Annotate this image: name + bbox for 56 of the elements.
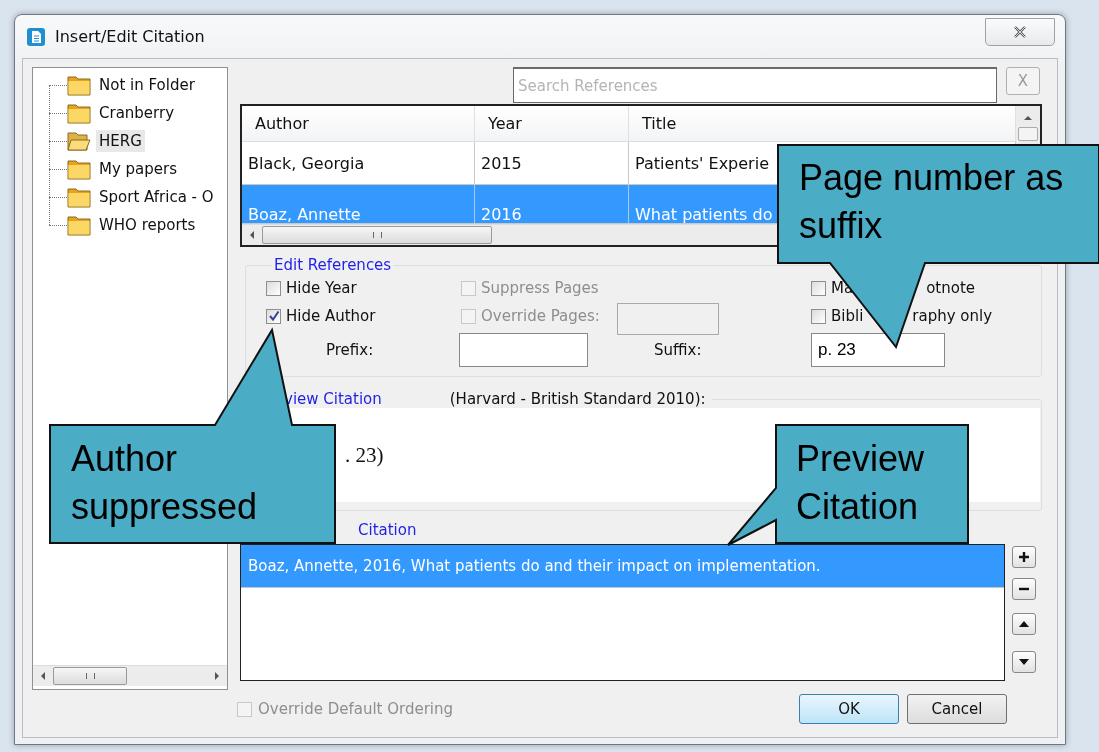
add-button[interactable] bbox=[1012, 546, 1036, 568]
minus-icon bbox=[1019, 587, 1029, 591]
document-icon bbox=[26, 26, 46, 47]
checkbox-label: Hide Year bbox=[286, 279, 357, 297]
checkbox-label: Override Default Ordering bbox=[258, 700, 454, 718]
suffix-field[interactable]: p. 23 bbox=[811, 333, 945, 367]
checkbox[interactable] bbox=[811, 280, 826, 296]
prefix-field[interactable] bbox=[459, 333, 588, 367]
window-title: Insert/Edit Citation bbox=[55, 27, 205, 46]
checkbox[interactable] bbox=[266, 280, 281, 296]
table-cell: Black, Georgia bbox=[242, 142, 475, 184]
remove-button[interactable] bbox=[1012, 578, 1036, 600]
up-arrow-icon bbox=[1019, 621, 1029, 627]
scrollbar-thumb[interactable] bbox=[1018, 127, 1038, 141]
folder-item[interactable]: Not in Folder bbox=[96, 74, 198, 96]
close-icon bbox=[1012, 25, 1028, 38]
override-pages-field[interactable] bbox=[616, 303, 719, 335]
callout-tooltip-text: Preview Citation bbox=[796, 437, 926, 529]
table-cell: 2016 bbox=[475, 185, 629, 223]
table-cell: 2015 bbox=[475, 142, 629, 184]
prefix-label: Prefix: bbox=[326, 341, 375, 359]
checkbox-label: Bibli bbox=[831, 307, 864, 325]
callout-tooltip-text: Author suppressed bbox=[71, 437, 259, 529]
right-arrow-icon[interactable] bbox=[213, 671, 221, 681]
cancel-button[interactable]: Cancel bbox=[907, 694, 1007, 724]
folder-item[interactable]: WHO reports bbox=[96, 214, 199, 236]
folder-item[interactable]: HERG bbox=[96, 130, 145, 152]
section-title: Citation bbox=[358, 521, 417, 541]
move-down-button[interactable] bbox=[1012, 651, 1036, 673]
close-button[interactable] bbox=[985, 17, 1055, 46]
ok-button[interactable]: OK bbox=[799, 694, 899, 724]
checkbox-label: Suppress Pages bbox=[481, 279, 599, 297]
table-cell: Boaz, Annette bbox=[242, 185, 475, 223]
plus-icon bbox=[1019, 552, 1029, 562]
folder-item[interactable]: My papers bbox=[96, 158, 181, 180]
down-arrow-icon bbox=[1019, 659, 1029, 665]
folder-item[interactable]: Cranberry bbox=[96, 102, 178, 124]
up-arrow-icon[interactable] bbox=[1023, 114, 1033, 122]
checkbox-label: Override Pages: bbox=[481, 307, 600, 325]
horizontal-scrollbar[interactable] bbox=[33, 665, 227, 686]
group-title: Edit References bbox=[273, 256, 393, 274]
citation-preview: . 23) bbox=[345, 442, 384, 468]
checkbox-label: raphy only bbox=[912, 307, 993, 325]
move-up-button[interactable] bbox=[1012, 613, 1036, 635]
checkbox-label: Hide Author bbox=[286, 307, 376, 325]
left-arrow-icon[interactable] bbox=[39, 671, 47, 681]
column-header[interactable]: Year bbox=[475, 106, 629, 141]
folder-item[interactable]: Sport Africa - O bbox=[96, 186, 217, 208]
suffix-label: Suffix: bbox=[654, 341, 703, 359]
column-header[interactable]: Author bbox=[242, 106, 475, 141]
checkbox[interactable] bbox=[811, 308, 826, 324]
search-field[interactable]: Search References bbox=[513, 67, 997, 103]
vertical-scrollbar[interactable] bbox=[1016, 106, 1040, 142]
left-arrow-icon[interactable] bbox=[248, 230, 256, 240]
checkbox[interactable] bbox=[266, 308, 281, 324]
checkbox-label: otnote bbox=[926, 279, 975, 297]
